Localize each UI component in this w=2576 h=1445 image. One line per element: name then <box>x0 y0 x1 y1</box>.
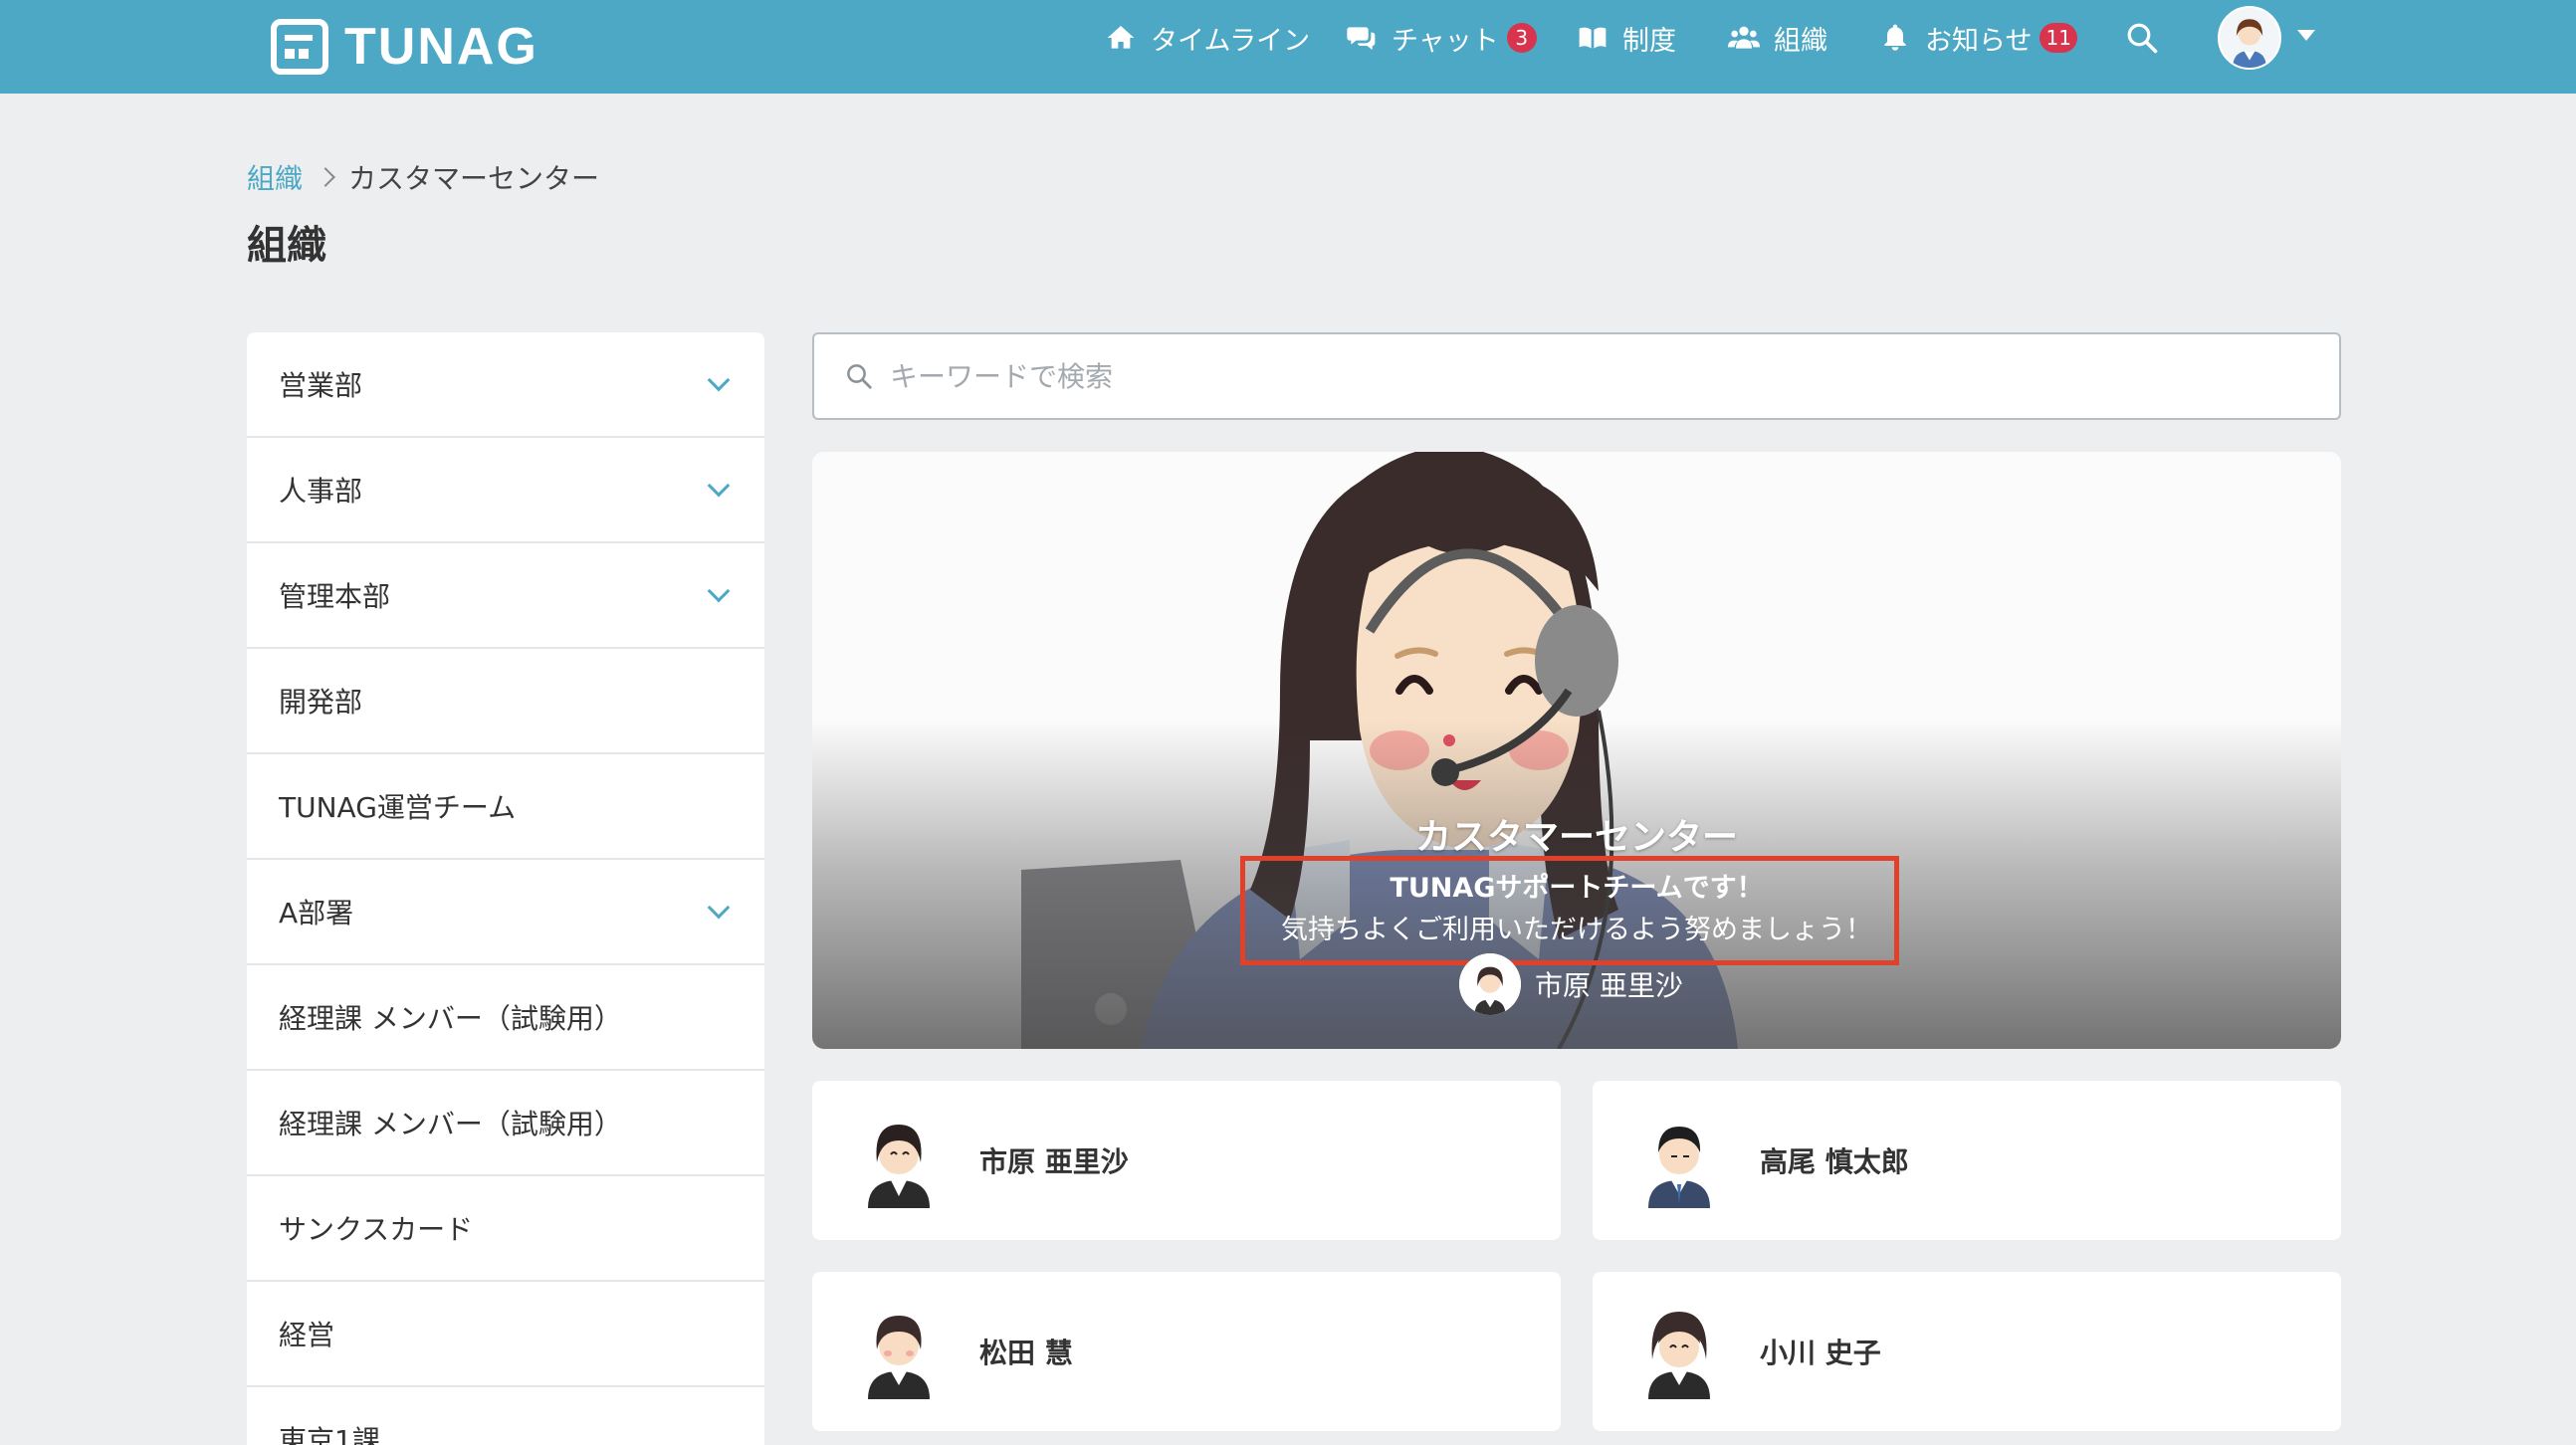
nav-notifications[interactable]: お知らせ 11 <box>1879 0 2077 76</box>
nav-organization-label: 組織 <box>1774 25 1827 57</box>
sidebar-item-label: 経営 <box>279 1319 335 1351</box>
hero-description-line1: TUNAGサポートチームです！ <box>1390 873 1764 904</box>
sidebar-item-accounting-test-1[interactable]: 経理課 メンバー（試験用） <box>247 965 764 1071</box>
member-name: 高尾 慎太郎 <box>1760 1145 1909 1178</box>
sidebar-item-sales[interactable]: 営業部 <box>247 332 764 438</box>
sidebar-item-management[interactable]: 管理本部 <box>247 543 764 649</box>
logo-mark-icon <box>271 19 328 75</box>
chevron-down-icon[interactable] <box>707 579 731 603</box>
nav-notifications-label: お知らせ <box>1925 25 2033 57</box>
organization-hero-banner: カスタマーセンター TUNAGサポートチームです！ 気持ちよくご利用いただけるよ… <box>812 452 2341 1049</box>
user-avatar[interactable] <box>2218 6 2281 70</box>
bell-icon <box>1884 24 1906 51</box>
nav-chat-label: チャット <box>1392 25 1499 57</box>
owner-avatar <box>1459 953 1521 1015</box>
top-navigation-bar: TUNAG タイムライン チャット 3 制度 組織 お知らせ 11 <box>0 0 2576 94</box>
account-menu-caret-icon[interactable] <box>2297 30 2315 41</box>
chevron-down-icon[interactable] <box>707 896 731 920</box>
member-avatar <box>1648 1312 1710 1399</box>
search-icon[interactable] <box>2124 20 2160 56</box>
sidebar-item-development[interactable]: 開発部 <box>247 649 764 754</box>
breadcrumb-current: カスタマーセンター <box>348 162 600 195</box>
sidebar-item-tokyo-1[interactable]: 東京1課 <box>247 1387 764 1445</box>
logo-text: TUNAG <box>344 18 538 76</box>
chat-icon <box>1347 27 1376 50</box>
nav-system[interactable]: 制度 <box>1577 0 1676 76</box>
sidebar-item-label: A部署 <box>279 897 354 929</box>
sidebar-item-label: 管理本部 <box>279 580 391 613</box>
member-card[interactable]: 小川 史子 <box>1593 1272 2341 1431</box>
chat-count-badge: 3 <box>1506 23 1537 53</box>
sidebar-item-label: 営業部 <box>279 369 363 402</box>
page-title: 組織 <box>247 223 326 269</box>
department-sidebar: 営業部 人事部 管理本部 開発部 TUNAG運営チーム A部署 経理課 メンバー… <box>247 332 764 1445</box>
member-name: 小川 史子 <box>1760 1337 1881 1369</box>
sidebar-item-label: 人事部 <box>279 475 363 508</box>
sidebar-item-executive[interactable]: 経営 <box>247 1282 764 1387</box>
notification-count-badge: 11 <box>2039 23 2077 53</box>
sidebar-item-label: 経理課 メンバー（試験用） <box>279 1002 622 1035</box>
search-icon <box>847 364 872 389</box>
breadcrumb: 組織 カスタマーセンター <box>247 157 599 197</box>
member-avatar <box>868 1125 930 1208</box>
sidebar-item-label: 経理課 メンバー（試験用） <box>279 1108 622 1140</box>
tunag-logo[interactable]: TUNAG <box>271 14 538 80</box>
owner-name: 市原 亜里沙 <box>1535 969 1683 1002</box>
member-name: 市原 亜里沙 <box>979 1145 1129 1178</box>
sidebar-item-label: 東京1課 <box>279 1424 380 1445</box>
hero-title: カスタマーセンター <box>1414 817 1738 858</box>
member-avatar <box>868 1316 930 1399</box>
nav-timeline[interactable]: タイムライン <box>1105 0 1310 76</box>
sidebar-item-label: サンクスカード <box>279 1213 474 1246</box>
chevron-down-icon[interactable] <box>707 368 731 392</box>
chevron-down-icon[interactable] <box>707 474 731 498</box>
hero-owner[interactable]: 市原 亜里沙 <box>1459 953 1683 1015</box>
search-input[interactable] <box>890 359 2283 393</box>
nav-chat[interactable]: チャット 3 <box>1346 0 1537 76</box>
member-card[interactable]: 市原 亜里沙 <box>812 1081 1561 1240</box>
nav-organization[interactable]: 組織 <box>1728 0 1827 76</box>
sidebar-item-label: TUNAG運営チーム <box>279 791 517 824</box>
sidebar-item-label: 開発部 <box>279 686 363 719</box>
nav-timeline-label: タイムライン <box>1151 25 1311 57</box>
member-card[interactable]: 松田 慧 <box>812 1272 1561 1431</box>
member-avatar <box>1648 1127 1710 1208</box>
home-icon <box>1107 26 1135 49</box>
chevron-right-icon <box>316 167 335 187</box>
sidebar-item-tunag-team[interactable]: TUNAG運営チーム <box>247 754 764 860</box>
breadcrumb-link-organization[interactable]: 組織 <box>247 157 303 197</box>
sidebar-item-thanks-card[interactable]: サンクスカード <box>247 1176 764 1282</box>
book-icon <box>1579 27 1607 49</box>
nav-system-label: 制度 <box>1622 25 1676 57</box>
member-name: 松田 慧 <box>979 1337 1073 1369</box>
hero-description-line2: 気持ちよくご利用いただけるよう努めましょう！ <box>1281 915 1872 945</box>
sidebar-item-accounting-test-2[interactable]: 経理課 メンバー（試験用） <box>247 1071 764 1176</box>
sidebar-item-hr[interactable]: 人事部 <box>247 438 764 543</box>
sidebar-item-a-division[interactable]: A部署 <box>247 860 764 965</box>
users-icon <box>1728 26 1760 49</box>
keyword-search-box[interactable] <box>812 332 2341 420</box>
member-card[interactable]: 高尾 慎太郎 <box>1593 1081 2341 1240</box>
